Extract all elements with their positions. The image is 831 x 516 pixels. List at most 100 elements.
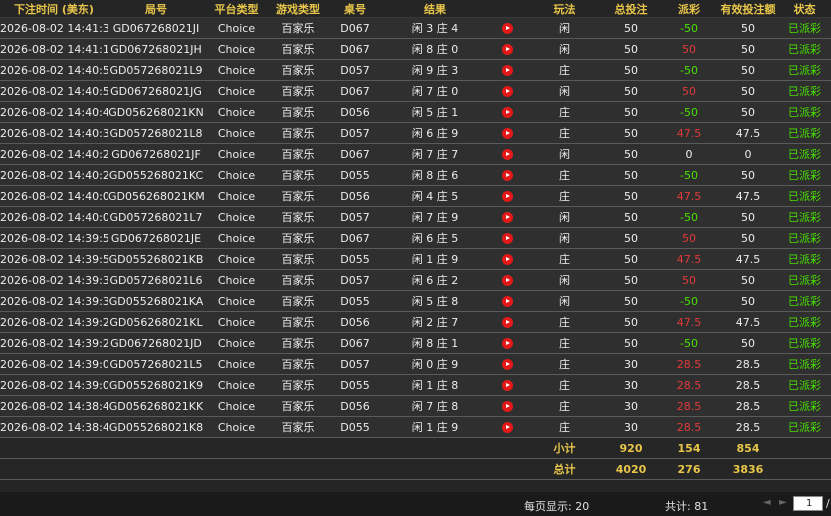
subtotal-label: 小计 [527,437,602,459]
table-no-cell: D055 [327,374,383,396]
payout-cell: 0 [660,143,718,165]
next-page-icon[interactable]: ► [779,497,787,508]
total-bet-cell: 50 [602,101,660,123]
platform-cell: Choice [204,395,269,417]
play-video-icon[interactable] [501,338,513,349]
valid-bet-cell: 50 [718,164,778,186]
header-bet-time[interactable]: 下注时间 (美东) [0,0,108,18]
header-status[interactable]: 状态 [778,0,831,18]
play-video-icon[interactable] [501,359,513,370]
bet-records-table: 下注时间 (美东) 局号 平台类型 游戏类型 桌号 结果 玩法 总投注 派彩 有… [0,0,831,480]
total-bet-cell: 50 [602,269,660,291]
play-type-cell: 庄 [527,248,602,270]
table-row: 2026-08-02 14:39:27 GD067268021JD Choice 百家… [0,332,831,354]
replay-cell [487,248,527,270]
valid-bet-cell: 50 [718,269,778,291]
header-round-id[interactable]: 局号 [108,0,204,18]
play-video-icon[interactable] [501,128,513,139]
page-number-input[interactable]: 1 [793,496,823,511]
game-type-cell: 百家乐 [269,227,327,249]
header-table-no[interactable]: 桌号 [327,0,383,18]
play-type-cell: 庄 [527,416,602,438]
header-game-type[interactable]: 游戏类型 [269,0,327,18]
bet-time-cell: 2026-08-02 14:39:08 [0,353,108,375]
play-video-icon[interactable] [501,233,513,244]
status-cell: 已派彩 [778,101,831,123]
result-cell: 闲 4 庄 5 [383,185,487,207]
prev-page-icon[interactable]: ◄ [763,497,771,508]
bet-time-cell: 2026-08-02 14:40:20 [0,164,108,186]
play-video-icon[interactable] [501,170,513,181]
payout-cell: 47.5 [660,185,718,207]
round-id-cell: GD067268021JD [108,332,204,354]
bet-time-cell: 2026-08-02 14:39:32 [0,269,108,291]
platform-cell: Choice [204,206,269,228]
play-video-icon[interactable] [501,65,513,76]
result-cell: 闲 3 庄 4 [383,17,487,39]
total-bet-cell: 50 [602,311,660,333]
play-type-cell: 庄 [527,395,602,417]
result-cell: 闲 1 庄 9 [383,248,487,270]
table-row: 2026-08-02 14:41:12 GD067268021JH Choice 百家… [0,38,831,60]
table-no-cell: D055 [327,290,383,312]
total-bet-cell: 50 [602,59,660,81]
total-row: 总计 4020 276 3836 [0,458,831,480]
header-platform[interactable]: 平台类型 [204,0,269,18]
payout-cell: 28.5 [660,353,718,375]
header-total-bet[interactable]: 总投注 [602,0,660,18]
replay-cell [487,122,527,144]
status-cell: 已派彩 [778,395,831,417]
game-type-cell: 百家乐 [269,290,327,312]
play-video-icon[interactable] [501,317,513,328]
table-no-cell: D057 [327,59,383,81]
header-valid-bet[interactable]: 有效投注额 [718,0,778,18]
play-type-cell: 庄 [527,374,602,396]
total-bet-cell: 50 [602,17,660,39]
platform-cell: Choice [204,80,269,102]
platform-cell: Choice [204,353,269,375]
platform-cell: Choice [204,269,269,291]
play-type-cell: 闲 [527,227,602,249]
game-type-cell: 百家乐 [269,248,327,270]
play-video-icon[interactable] [501,149,513,160]
header-result[interactable]: 结果 [383,0,487,18]
result-cell: 闲 0 庄 9 [383,353,487,375]
round-id-cell: GD056268021KL [108,311,204,333]
bet-time-cell: 2026-08-02 14:39:29 [0,311,108,333]
status-cell: 已派彩 [778,185,831,207]
game-type-cell: 百家乐 [269,122,327,144]
status-cell: 已派彩 [778,353,831,375]
result-cell: 闲 8 庄 1 [383,332,487,354]
header-play-type[interactable]: 玩法 [527,0,602,18]
play-video-icon[interactable] [501,275,513,286]
play-video-icon[interactable] [501,380,513,391]
table-row: 2026-08-02 14:40:52 GD067268021JG Choice 百家… [0,80,831,102]
play-video-icon[interactable] [501,191,513,202]
total-bet-cell: 50 [602,290,660,312]
table-no-cell: D056 [327,101,383,123]
play-video-icon[interactable] [501,296,513,307]
play-video-icon[interactable] [501,422,513,433]
play-video-icon[interactable] [501,212,513,223]
play-type-cell: 闲 [527,269,602,291]
table-row: 2026-08-02 14:39:58 GD067268021JE Choice 百家… [0,227,831,249]
game-type-cell: 百家乐 [269,101,327,123]
play-video-icon[interactable] [501,401,513,412]
round-id-cell: GD055268021K8 [108,416,204,438]
status-cell: 已派彩 [778,143,831,165]
header-payout[interactable]: 派彩 [660,0,718,18]
table-no-cell: D067 [327,38,383,60]
play-video-icon[interactable] [501,86,513,97]
total-payout: 276 [660,458,718,480]
platform-cell: Choice [204,290,269,312]
replay-cell [487,59,527,81]
valid-bet-cell: 0 [718,143,778,165]
play-video-icon[interactable] [501,44,513,55]
payout-cell: 47.5 [660,248,718,270]
play-video-icon[interactable] [501,107,513,118]
result-cell: 闲 6 庄 9 [383,122,487,144]
play-video-icon[interactable] [501,254,513,265]
game-type-cell: 百家乐 [269,164,327,186]
play-video-icon[interactable] [501,23,513,34]
table-no-cell: D056 [327,395,383,417]
